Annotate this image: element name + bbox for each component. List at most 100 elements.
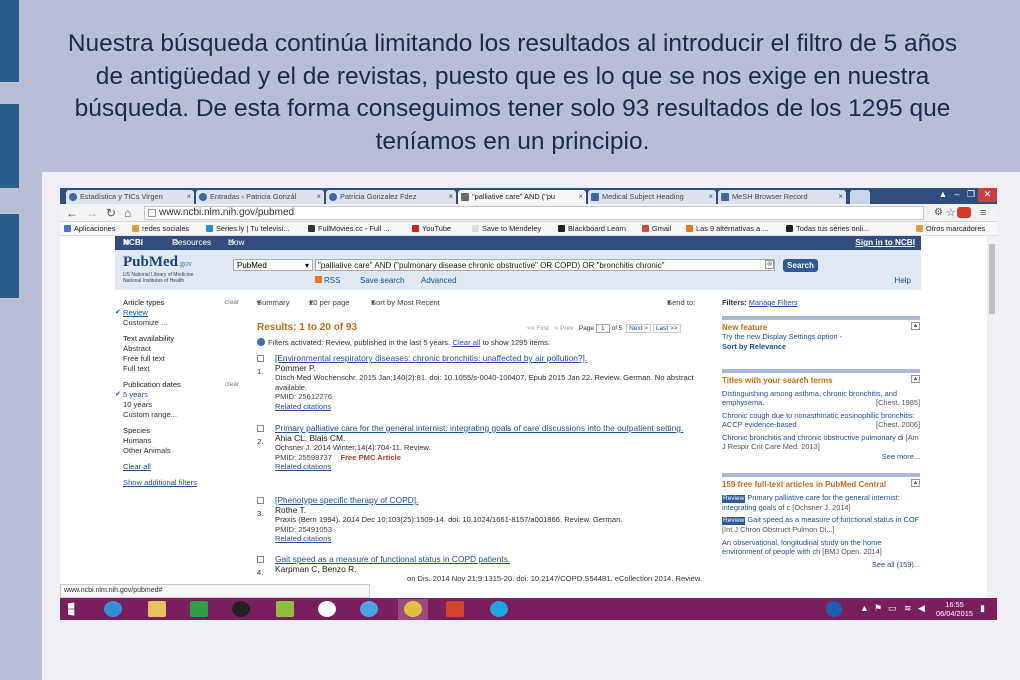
forward-button[interactable]: →	[86, 206, 98, 220]
filter-humans[interactable]: Humans	[123, 436, 241, 446]
bookmark[interactable]: Todas tus series onli...	[786, 222, 869, 236]
skype-icon[interactable]	[490, 601, 508, 617]
wifi-icon[interactable]: ≋	[904, 603, 912, 614]
filter-5-years[interactable]: 5 years	[115, 390, 241, 400]
back-button[interactable]: ←	[66, 206, 78, 220]
related-citations-link[interactable]: Related citations	[275, 402, 705, 412]
close-icon[interactable]: ×	[578, 190, 583, 204]
clear-article-types[interactable]: clear	[225, 298, 239, 308]
browser-tab-active[interactable]: "palliative care" AND ("pu ×	[458, 190, 586, 204]
title-suggestion[interactable]: Chronic bronchitis and chronic obstructi…	[722, 433, 920, 452]
filter-customize[interactable]: Customize ...	[123, 318, 241, 328]
search-button[interactable]: Search	[783, 259, 818, 272]
chrome-icon[interactable]	[404, 601, 422, 617]
filter-other-animals[interactable]: Other Animals	[123, 446, 241, 456]
bookmark-other[interactable]: Otros marcadores	[916, 222, 985, 236]
title-suggestion[interactable]: Distinguishing among asthma, chronic bro…	[722, 389, 920, 408]
free-article[interactable]: Review Primary palliative care for the g…	[722, 493, 920, 513]
restore-button[interactable]: ❐	[964, 188, 978, 202]
last-page-link[interactable]: Last >>	[652, 324, 681, 333]
minimize-button[interactable]: –	[950, 188, 964, 202]
clear-all-link[interactable]: Clear all	[123, 462, 241, 472]
collapse-icon[interactable]: ▲	[911, 375, 920, 383]
volume-icon[interactable]: ◀	[918, 603, 925, 614]
result-title-link[interactable]: [Phenotype specific therapy of COPD].	[275, 495, 705, 506]
pubmed-logo[interactable]: PubMed.gov	[123, 254, 192, 271]
clear-search-icon[interactable]: ⊗	[765, 260, 774, 269]
close-icon[interactable]: ×	[708, 190, 713, 204]
url-input[interactable]: www.ncbi.nlm.nih.gov/pubmed	[144, 206, 924, 220]
related-citations-link[interactable]: Related citations	[275, 534, 705, 544]
related-citations-link[interactable]: Related citations	[275, 462, 705, 472]
user-icon[interactable]: ▲	[936, 188, 950, 202]
see-more-link[interactable]: See more...	[722, 452, 920, 462]
free-pmc-article-link[interactable]: Free PMC Article	[340, 453, 401, 462]
new-tab-button[interactable]	[850, 190, 870, 204]
collapse-icon[interactable]: ▲	[911, 321, 920, 330]
page-action-icon[interactable]: ⚙	[934, 206, 943, 220]
see-all-link[interactable]: See all (159)...	[722, 560, 920, 570]
result-checkbox[interactable]	[257, 355, 264, 362]
bookmark-apps[interactable]: Aplicaciones	[64, 222, 116, 236]
close-icon[interactable]: ×	[186, 190, 191, 204]
bookmark[interactable]: Blackboard Learn	[558, 222, 626, 236]
free-article[interactable]: An observational, longitudinal study on …	[722, 538, 920, 557]
bookmark[interactable]: Save to Mendeley	[472, 222, 541, 236]
reload-button[interactable]: ↻	[106, 206, 116, 220]
first-page-link[interactable]: << First	[527, 325, 549, 332]
bookmark-folder[interactable]: redes sociales	[132, 222, 189, 236]
taskbar-clock[interactable]: 16:55 06/04/2015	[936, 600, 973, 618]
collapse-icon[interactable]: ▲	[911, 479, 920, 487]
rss-link[interactable]: RSS	[315, 276, 340, 285]
advanced-link[interactable]: Advanced	[421, 276, 457, 285]
bookmark[interactable]: Gmail	[642, 222, 671, 236]
adblock-icon[interactable]	[957, 207, 971, 218]
filter-full-text[interactable]: Full text	[123, 364, 241, 374]
summary-dropdown[interactable]: Summary ▾	[257, 298, 290, 307]
browser-tab[interactable]: Patricia Gonzalez Fdez ×	[326, 190, 456, 204]
home-icon[interactable]: ⌂	[124, 206, 131, 220]
bookmark[interactable]: YouTube	[412, 222, 451, 236]
new-feature-link[interactable]: Try the new Display Settings option -	[722, 332, 920, 342]
browser-tab[interactable]: Entradas ‹ Patricia Gonzál ×	[196, 190, 324, 204]
send-to-dropdown[interactable]: Send to: ▾	[667, 298, 695, 307]
result-checkbox[interactable]	[257, 497, 264, 504]
filter-free-full-text[interactable]: Free full text	[123, 354, 241, 364]
next-page-link[interactable]: Next >	[626, 324, 652, 333]
notifications-icon[interactable]: ▮	[980, 603, 985, 614]
search-input[interactable]: "palliative care" AND ("pulmonary diseas…	[315, 259, 775, 271]
store-icon[interactable]	[190, 601, 208, 617]
update-icon[interactable]	[360, 601, 378, 617]
prev-page-link[interactable]: < Prev	[554, 325, 573, 332]
result-title-link[interactable]: [Environmental respiratory diseases: chr…	[275, 353, 705, 364]
clear-all-filters-link[interactable]: Clear all	[452, 338, 480, 347]
webcam-icon[interactable]	[232, 601, 250, 617]
new-feature-sort[interactable]: Sort by Relevance	[722, 342, 920, 352]
filter-10-years[interactable]: 10 years	[123, 400, 241, 410]
help-icon[interactable]	[826, 601, 842, 617]
show-hidden-icons-icon[interactable]: ▲	[860, 603, 869, 613]
per-page-dropdown[interactable]: 20 per page ▾	[309, 298, 350, 307]
sort-dropdown[interactable]: Sort by Most Recent ▾	[371, 298, 440, 307]
show-additional-filters-link[interactable]: Show additional filters	[123, 478, 241, 488]
browser-tab[interactable]: Estadística y TICs Virgen ×	[66, 190, 194, 204]
games-icon[interactable]	[276, 601, 294, 617]
file-explorer-icon[interactable]	[148, 601, 166, 617]
database-select[interactable]: PubMed ▾	[233, 259, 313, 271]
bookmark[interactable]: Series.ly | Tu televisi...	[206, 222, 289, 236]
title-suggestion[interactable]: Chronic cough due to nonasthmatic eosino…	[722, 411, 920, 430]
scrollbar-thumb[interactable]	[989, 244, 995, 314]
filter-custom-range[interactable]: Custom range...	[123, 410, 241, 420]
browser-tab[interactable]: MeSH Browser Record ×	[718, 190, 846, 204]
result-checkbox[interactable]	[257, 425, 264, 432]
browser-tab[interactable]: Medical Subject Heading ×	[588, 190, 716, 204]
flag-icon[interactable]: ⚑	[874, 603, 882, 614]
save-search-link[interactable]: Save search	[360, 276, 404, 285]
close-window-button[interactable]: ✕	[978, 188, 997, 202]
bookmark[interactable]: Las 9 alternativas a ...	[686, 222, 768, 236]
close-icon[interactable]: ×	[448, 190, 453, 204]
sign-in-link[interactable]: Sign in to NCBI	[855, 236, 915, 250]
internet-explorer-icon[interactable]	[104, 601, 122, 617]
result-checkbox[interactable]	[257, 556, 264, 563]
filter-abstract[interactable]: Abstract	[123, 344, 241, 354]
